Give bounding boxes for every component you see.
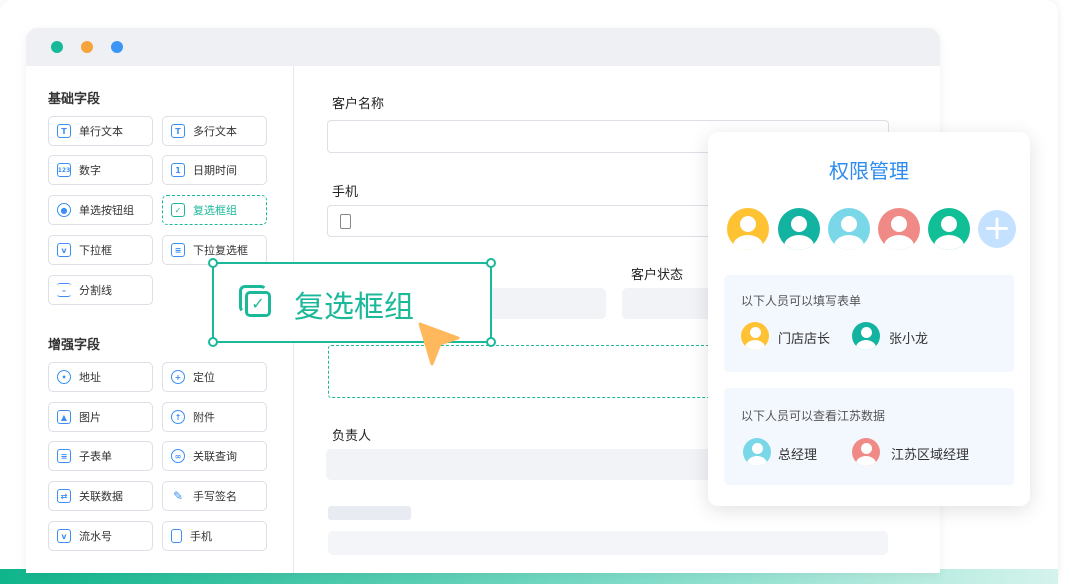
fill-form-section: 以下人员可以填写表单 门店店长 张小龙 (724, 275, 1014, 372)
skeleton-input (328, 531, 888, 555)
person-avatar (852, 322, 880, 350)
divider-icon: – (57, 283, 71, 297)
crosshair-icon: + (171, 370, 185, 384)
avatar[interactable] (828, 208, 870, 250)
field-label: 地址 (79, 371, 101, 384)
field-label: 流水号 (79, 530, 112, 543)
dropdown-icon: v (57, 243, 71, 257)
add-member-button[interactable]: + (978, 210, 1016, 248)
field-attachment[interactable]: ↑ 附件 (162, 402, 267, 432)
related-data-icon: ⇄ (57, 489, 71, 503)
resize-handle[interactable] (486, 337, 496, 347)
avatar[interactable] (878, 208, 920, 250)
field-serial-number[interactable]: v 流水号 (48, 521, 153, 551)
enhanced-fields-heading: 增强字段 (48, 338, 101, 353)
field-label: 手写签名 (193, 490, 237, 503)
checkbox-icon: ✓ (171, 203, 185, 217)
field-label: 日期时间 (193, 164, 237, 177)
field-label: 多行文本 (193, 125, 237, 138)
field-mobile[interactable]: 手机 (162, 521, 267, 551)
customer-name-label: 客户名称 (332, 97, 385, 112)
resize-handle[interactable] (208, 258, 218, 268)
person-avatar (741, 322, 769, 350)
owner-label: 负责人 (332, 429, 372, 444)
field-radio-group[interactable]: ● 单选按钮组 (48, 195, 153, 225)
field-label: 图片 (79, 411, 101, 424)
field-image[interactable]: ▲ 图片 (48, 402, 153, 432)
field-datetime[interactable]: 1 日期时间 (162, 155, 267, 185)
view-data-section: 以下人员可以查看江苏数据 总经理 江苏区域经理 (724, 388, 1014, 485)
person-name: 江苏区域经理 (891, 448, 970, 463)
field-related-query[interactable]: ∞ 关联查询 (162, 441, 267, 471)
avatar[interactable] (778, 208, 820, 250)
field-related-data[interactable]: ⇄ 关联数据 (48, 481, 153, 511)
phone-label: 手机 (332, 185, 359, 200)
field-locate[interactable]: + 定位 (162, 362, 267, 392)
field-multi-line-text[interactable]: T 多行文本 (162, 116, 267, 146)
link-search-icon: ∞ (171, 449, 185, 463)
field-label: 下拉框 (79, 244, 112, 257)
fill-section-title: 以下人员可以填写表单 (741, 294, 862, 308)
field-label: 子表单 (79, 450, 112, 463)
phone-icon (340, 214, 351, 229)
field-label: 关联数据 (79, 490, 123, 503)
list-icon: ≡ (171, 243, 185, 257)
field-label: 单选按钮组 (79, 204, 134, 217)
upload-cloud-icon: ↑ (171, 410, 185, 424)
field-single-line-text[interactable]: T 单行文本 (48, 116, 153, 146)
skeleton-label (328, 506, 411, 520)
title-bar (26, 28, 940, 66)
dragged-label: 复选框组 (294, 290, 414, 325)
subform-icon: ≡ (57, 449, 71, 463)
avatar[interactable] (928, 208, 970, 250)
window-dot-orange[interactable] (81, 41, 93, 53)
field-label: 单行文本 (79, 125, 123, 138)
image-icon: ▲ (57, 410, 71, 424)
field-label: 手机 (190, 530, 212, 543)
field-number[interactable]: 123 数字 (48, 155, 153, 185)
field-divider[interactable]: – 分割线 (48, 275, 153, 305)
field-subform[interactable]: ≡ 子表单 (48, 441, 153, 471)
field-label: 复选框组 (193, 204, 237, 217)
field-label: 附件 (193, 411, 215, 424)
serial-icon: v (57, 529, 71, 543)
calendar-icon: 1 (171, 163, 185, 177)
window-dot-blue[interactable] (111, 41, 123, 53)
field-address[interactable]: • 地址 (48, 362, 153, 392)
number-icon: 123 (57, 163, 71, 177)
view-section-title: 以下人员可以查看江苏数据 (741, 409, 886, 423)
basic-fields-heading: 基础字段 (48, 92, 101, 107)
person-avatar (852, 438, 880, 466)
mobile-icon (171, 529, 182, 543)
text-icon: T (57, 124, 71, 138)
field-checkbox-group[interactable]: ✓ 复选框组 (162, 195, 267, 225)
pen-icon: ✎ (172, 489, 184, 503)
checkbox-group-icon: ✓ (239, 285, 271, 319)
resize-handle[interactable] (208, 337, 218, 347)
field-label: 下拉复选框 (193, 244, 248, 257)
permission-panel: 权限管理 + 以下人员可以填写表单 门店店长 张小龙 以下人员可以查看江苏数据 … (708, 132, 1030, 506)
field-label: 数字 (79, 164, 101, 177)
permission-title: 权限管理 (829, 159, 909, 183)
person-name: 总经理 (778, 448, 818, 463)
person-avatar (743, 438, 771, 466)
field-dropdown[interactable]: v 下拉框 (48, 235, 153, 265)
radio-icon: ● (57, 203, 71, 217)
resize-handle[interactable] (486, 258, 496, 268)
person-name: 张小龙 (889, 332, 929, 347)
avatar[interactable] (727, 208, 769, 250)
field-signature[interactable]: ✎ 手写签名 (162, 481, 267, 511)
field-label: 分割线 (79, 284, 112, 297)
field-label: 定位 (193, 371, 215, 384)
customer-status-label: 客户状态 (631, 268, 684, 283)
cursor-icon (418, 322, 460, 366)
window-dot-green[interactable] (51, 41, 63, 53)
textarea-icon: T (171, 124, 185, 138)
person-name: 门店店长 (778, 332, 831, 347)
location-pin-icon: • (57, 370, 71, 384)
field-label: 关联查询 (193, 450, 237, 463)
